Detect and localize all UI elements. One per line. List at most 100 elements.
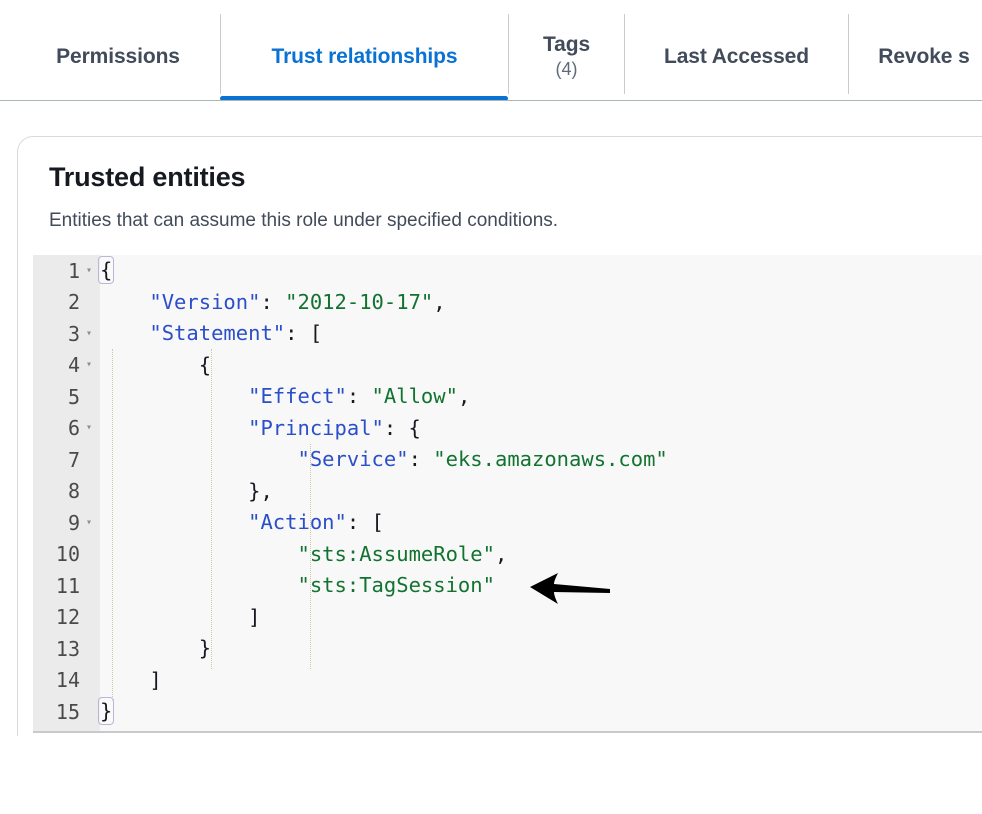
json-punctuation [100, 573, 297, 597]
code-line[interactable]: { [100, 350, 982, 382]
json-key: "Version" [149, 289, 261, 314]
gutter-line-number-row[interactable]: 3 ▾ [33, 318, 100, 350]
tab-bar: Permissions Trust relationships Tags (4) Las… [0, 0, 982, 102]
chevron-down-icon[interactable]: ▾ [82, 423, 96, 433]
json-punctuation [100, 290, 149, 314]
json-punctuation: : [ [346, 510, 384, 534]
json-punctuation [100, 510, 248, 534]
tab-count-badge: (4) [555, 59, 578, 80]
editor-code-area[interactable]: { "Version": "2012-10-17", "Statement": … [98, 255, 982, 732]
json-string-value: "2012-10-17" [285, 289, 434, 314]
policy-json-editor[interactable]: 1 ▾ 2 3 ▾ 4 ▾ 5 6 ▾ 7 8 9 ▾ 10 11 12 13 14 15 { "Version": … [33, 255, 982, 732]
code-line[interactable]: "sts:TagSession" [100, 570, 982, 602]
json-punctuation: : [ [285, 321, 323, 345]
code-line[interactable]: "Version": "2012-10-17", [100, 287, 982, 319]
line-number: 15 [55, 699, 80, 724]
gutter-line-number-row[interactable]: 14 [33, 665, 100, 697]
gutter-line-number-row[interactable]: 7 [33, 444, 100, 476]
line-number: 9 [67, 510, 80, 535]
line-number: 4 [67, 353, 80, 378]
code-line[interactable]: "Statement": [ [100, 318, 982, 350]
gutter-line-number-row[interactable]: 6 ▾ [33, 413, 100, 445]
json-key: "Action" [248, 510, 347, 534]
page-title: Trusted entities [49, 162, 246, 192]
gutter-line-number-row[interactable]: 5 [33, 381, 100, 413]
chevron-down-icon[interactable]: ▾ [82, 328, 96, 339]
code-line[interactable]: }, [100, 476, 982, 508]
json-punctuation: } [100, 636, 212, 660]
gutter-line-number-row[interactable]: 9 ▾ [33, 507, 100, 539]
tab-tags[interactable]: Tags (4) [509, 14, 624, 100]
tab-label: Revoke s [878, 44, 970, 68]
matching-bracket-highlight: } [98, 697, 115, 725]
line-number: 6 [67, 416, 80, 441]
gutter-line-number-row[interactable]: 10 [33, 539, 100, 571]
json-string-value: "sts:AssumeRole" [297, 541, 495, 566]
tab-separator [848, 14, 849, 94]
gutter-line-number-row[interactable]: 1 ▾ [33, 255, 100, 287]
panel-subtitle: Entities that can assume this role under… [49, 209, 559, 231]
gutter-line-number-row[interactable]: 2 [33, 287, 100, 319]
json-key: "Principal" [248, 415, 384, 440]
code-line[interactable]: "Service": "eks.amazonaws.com" [100, 444, 982, 476]
code-line[interactable]: "Action": [ [100, 507, 982, 539]
json-punctuation: , [433, 289, 446, 314]
line-number: 3 [67, 321, 80, 346]
json-key: "Statement" [149, 321, 286, 345]
code-line[interactable]: } [98, 696, 982, 728]
tab-label: Trust relationships [271, 44, 458, 68]
json-punctuation: : [260, 289, 286, 314]
code-line[interactable]: ] [100, 665, 982, 697]
matching-bracket-highlight: { [98, 256, 115, 284]
gutter-line-number-row[interactable]: 11 [33, 570, 100, 602]
gutter-line-number-row[interactable]: 8 [33, 476, 100, 508]
gutter-line-number-row[interactable]: 15 [33, 696, 100, 728]
json-punctuation [100, 416, 248, 440]
json-punctuation: : { [383, 415, 421, 440]
tab-last-accessed[interactable]: Last Accessed [625, 14, 848, 100]
json-punctuation: ] [100, 604, 261, 629]
tab-bar-divider [0, 100, 982, 101]
line-number: 7 [67, 447, 80, 472]
tab-separator [220, 14, 221, 94]
editor-bottom-divider [33, 731, 982, 733]
chevron-down-icon[interactable]: ▾ [82, 265, 96, 276]
json-punctuation [100, 542, 297, 566]
tab-label: Last Accessed [663, 44, 809, 68]
gutter-line-number-row[interactable]: 12 [33, 602, 100, 634]
tab-revoke-s[interactable]: Revoke s [849, 14, 982, 100]
line-number: 5 [67, 384, 80, 409]
tab-label: Tags [542, 33, 591, 57]
code-line[interactable]: } [100, 633, 982, 665]
line-number: 14 [55, 668, 80, 693]
gutter-line-number-row[interactable]: 4 ▾ [33, 350, 100, 382]
json-punctuation [100, 384, 248, 408]
json-string-value: "Allow" [371, 384, 458, 408]
editor-gutter[interactable]: 1 ▾ 2 3 ▾ 4 ▾ 5 6 ▾ 7 8 9 ▾ 10 11 12 13 14 15 [33, 255, 100, 732]
chevron-down-icon[interactable]: ▾ [82, 517, 96, 528]
json-key: "Service" [297, 447, 409, 471]
tab-trust-relationships[interactable]: Trust relationships [221, 14, 508, 100]
tab-permissions[interactable]: Permissions [16, 14, 220, 100]
tab-separator [508, 14, 509, 94]
code-line[interactable]: "Principal": { [100, 413, 982, 445]
code-line[interactable]: ] [100, 602, 982, 634]
json-punctuation: : [408, 447, 434, 471]
line-number: 1 [67, 258, 80, 283]
tab-label: Permissions [56, 44, 180, 68]
code-line[interactable]: "sts:AssumeRole", [100, 539, 982, 571]
gutter-line-number-row[interactable]: 13 [33, 633, 100, 665]
code-line[interactable]: { [98, 255, 982, 287]
line-number: 12 [55, 605, 80, 630]
chevron-down-icon[interactable]: ▾ [82, 360, 96, 370]
json-punctuation: ] [100, 667, 162, 692]
line-number: 13 [55, 636, 80, 661]
json-string-value: "eks.amazonaws.com" [433, 447, 668, 471]
json-key: "Effect" [248, 384, 347, 408]
json-punctuation: }, [100, 478, 273, 503]
line-number: 2 [67, 290, 80, 315]
json-punctuation [100, 447, 297, 471]
line-number: 11 [55, 573, 80, 598]
json-punctuation [100, 321, 149, 345]
code-line[interactable]: "Effect": "Allow", [100, 381, 982, 413]
